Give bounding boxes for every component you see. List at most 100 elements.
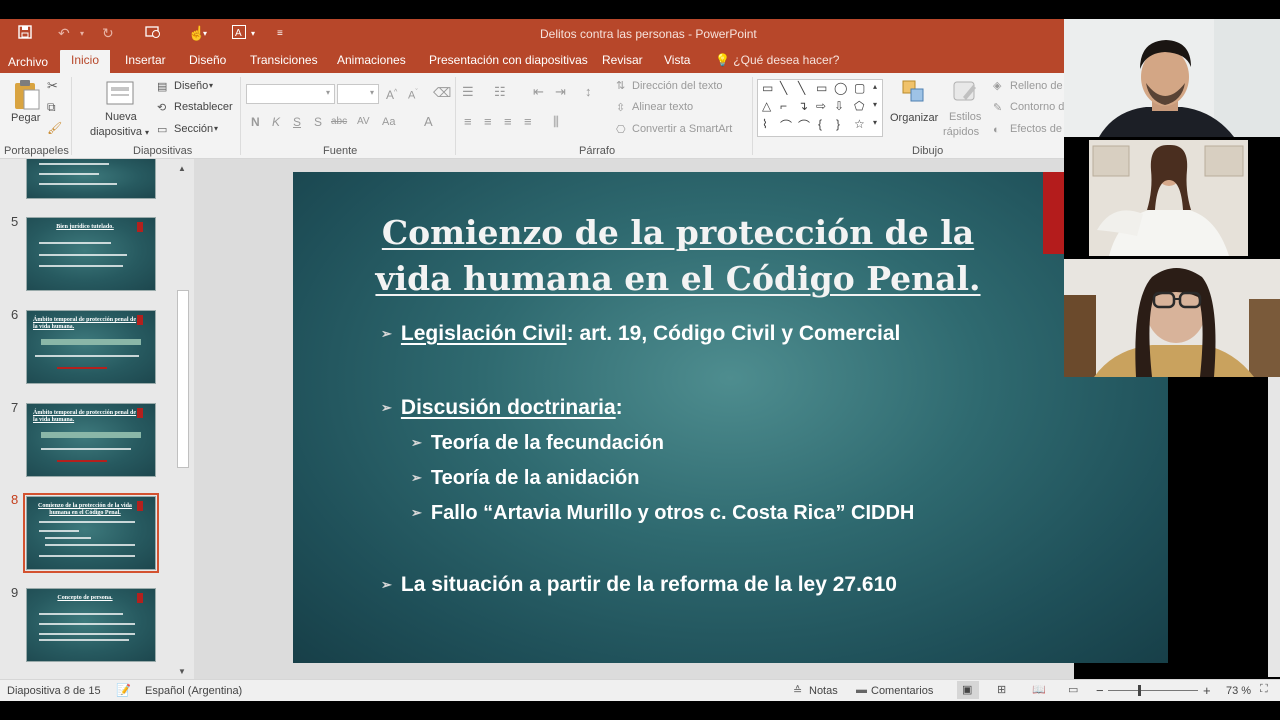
align-text-label[interactable]: Alinear texto (632, 101, 693, 113)
layout-dropdown-icon[interactable]: ▾ (209, 81, 213, 90)
decrease-indent-icon[interactable]: ⇤ (533, 85, 544, 99)
redo-icon[interactable]: ↻ (102, 25, 114, 42)
shape-effects-icon[interactable]: ◐ (993, 123, 1000, 137)
line-spacing-icon[interactable]: ↕ (585, 85, 592, 99)
slide-thumbnail[interactable] (26, 159, 156, 199)
reset-label[interactable]: Restablecer (174, 101, 233, 113)
bullet-reforma-ley[interactable]: ➢ La situación a partir de la reforma de … (381, 573, 897, 597)
new-slide-icon[interactable] (106, 79, 136, 110)
line-shape-icon[interactable]: ╲ (780, 81, 787, 95)
slide-thumbnail[interactable]: Ámbito temporal de protección penal de l… (26, 403, 156, 477)
bullet-discusion-doctrinaria[interactable]: ➢ Discusión doctrinaria: (381, 396, 623, 420)
paste-label[interactable]: Pegar (11, 112, 40, 124)
tab-diseno[interactable]: Diseño (189, 53, 226, 67)
right-arrow-shape-icon[interactable]: ⇨ (816, 99, 826, 113)
new-slide-label-1[interactable]: Nueva (105, 111, 137, 123)
reset-icon[interactable]: ⟲ (157, 101, 166, 115)
comments-icon[interactable]: ▬ (856, 684, 867, 696)
elbow-connector-icon[interactable]: ⌐ (780, 99, 787, 113)
text-box-shape-icon[interactable]: ▭ (762, 81, 773, 95)
undo-icon[interactable]: ↶ (58, 25, 70, 42)
triangle-shape-icon[interactable]: △ (762, 99, 771, 113)
increase-indent-icon[interactable]: ⇥ (555, 85, 566, 99)
undo-dropdown-icon[interactable]: ▾ (80, 29, 84, 38)
smartart-icon[interactable]: ⎔ (616, 123, 626, 137)
bullet-legislacion-civil[interactable]: ➢ Legislación Civil: art. 19, Código Civi… (381, 322, 900, 346)
notes-icon[interactable]: ≙ (793, 684, 802, 697)
copy-icon[interactable]: ⧉ (47, 100, 56, 114)
reading-view-icon[interactable]: 📖 (1032, 683, 1046, 696)
elbow-arrow-icon[interactable]: ↴ (798, 99, 808, 113)
touch-dropdown-icon[interactable]: ▾ (203, 29, 207, 38)
customize-toolbar-icon[interactable]: ≡ (277, 28, 283, 39)
slide-count[interactable]: Diapositiva 8 de 15 (7, 685, 101, 697)
section-dropdown-icon[interactable]: ▾ (214, 124, 218, 133)
font-color-quick-icon[interactable]: A (232, 25, 246, 42)
columns-icon[interactable]: ⫼ (553, 115, 559, 129)
zoom-slider[interactable] (1108, 690, 1198, 691)
tab-transiciones[interactable]: Transiciones (250, 53, 318, 67)
tab-presentacion[interactable]: Presentación con diapositivas (429, 53, 588, 67)
spellcheck-icon[interactable]: 📝 (116, 683, 131, 697)
quick-styles-label-1[interactable]: Estilos (949, 111, 981, 123)
align-left-icon[interactable]: ≡ (464, 115, 472, 129)
new-slide-label-2[interactable]: diapositiva (90, 126, 142, 138)
grow-font-icon[interactable]: A^ (386, 86, 397, 102)
fit-to-window-icon[interactable]: ⛶ (1260, 683, 1268, 696)
zoom-slider-knob[interactable] (1138, 685, 1141, 696)
tab-vista[interactable]: Vista (664, 53, 690, 67)
shape-fill-label[interactable]: Relleno de (1010, 80, 1063, 92)
slide-sorter-icon[interactable]: ⊞ (997, 683, 1006, 696)
slide-title[interactable]: Comienzo de la protección de la vida hum… (333, 210, 1023, 302)
font-color-icon[interactable]: A (424, 115, 433, 129)
bullets-icon[interactable]: ☰ (462, 85, 474, 99)
oval-shape-icon[interactable]: ◯ (834, 81, 847, 95)
char-spacing-button[interactable]: AV (357, 115, 370, 129)
save-icon[interactable] (18, 25, 32, 42)
current-slide[interactable]: Comienzo de la protección de la vida hum… (293, 172, 1168, 663)
gallery-up-icon[interactable]: ▴ (873, 82, 877, 91)
tell-me-box[interactable]: 💡 ¿Qué desea hacer? (715, 53, 839, 67)
notes-button[interactable]: Notas (809, 685, 838, 697)
sub-bullet-artavia-murillo[interactable]: ➢ Fallo “Artavia Murillo y otros c. Costa… (411, 502, 914, 525)
numbering-icon[interactable]: ☷ (494, 85, 506, 99)
justify-icon[interactable]: ≡ (524, 115, 532, 129)
slide-thumbnail[interactable]: Bien jurídico tutelado. (26, 217, 156, 291)
freeform-shape-icon[interactable]: ⬠ (854, 99, 864, 113)
font-name-input[interactable] (246, 84, 335, 104)
slideshow-icon[interactable]: ▭ (1068, 683, 1078, 696)
sub-bullet-fecundacion[interactable]: ➢ Teoría de la fecundación (411, 432, 664, 455)
align-text-icon[interactable]: ⇳ (616, 101, 625, 115)
present-from-start-icon[interactable] (145, 25, 161, 42)
change-case-button[interactable]: Aa (382, 115, 395, 129)
star-shape-icon[interactable]: ☆ (854, 117, 865, 131)
language-status[interactable]: Español (Argentina) (145, 685, 242, 697)
scrollbar-thumb[interactable] (177, 290, 189, 468)
arc-shape-icon[interactable]: ⌒ (780, 117, 792, 134)
clear-formatting-icon[interactable]: ⌫ (433, 86, 451, 100)
shapes-gallery[interactable]: ▭ ╲ ╲ ▭ ◯ ▢ △ ⌐ ↴ ⇨ ⇩ ⬠ ⌇ ⌒ ⌒ { } ☆ ▴ ▾ … (757, 79, 883, 137)
section-icon[interactable]: ▭ (157, 123, 167, 137)
zoom-level[interactable]: 73 % (1226, 685, 1251, 697)
scroll-up-icon[interactable]: ▲ (178, 164, 186, 173)
layout-icon[interactable]: ▤ (157, 80, 167, 94)
curve-shape-icon[interactable]: ⌇ (762, 117, 768, 131)
paste-icon[interactable] (12, 79, 42, 114)
brace-right-shape-icon[interactable]: } (836, 117, 840, 131)
sub-bullet-anidacion[interactable]: ➢ Teoría de la anidación (411, 467, 639, 490)
text-direction-icon[interactable]: ⇅ (616, 79, 625, 93)
shape-outline-label[interactable]: Contorno d (1010, 101, 1064, 113)
shape-effects-label[interactable]: Efectos de (1010, 123, 1062, 135)
comments-button[interactable]: Comentarios (871, 685, 933, 697)
quick-styles-icon[interactable] (953, 79, 979, 108)
zoom-in-button[interactable]: + (1203, 683, 1211, 698)
tab-inicio[interactable]: Inicio (60, 50, 111, 73)
font-quick-dropdown-icon[interactable]: ▾ (251, 29, 255, 38)
rectangle-shape-icon[interactable]: ▭ (816, 81, 827, 95)
shrink-font-icon[interactable]: Aˇ (408, 86, 418, 103)
smartart-label[interactable]: Convertir a SmartArt (632, 123, 732, 135)
arc-shape-icon[interactable]: ⌒ (798, 117, 810, 134)
text-direction-label[interactable]: Dirección del texto (632, 80, 723, 92)
down-arrow-shape-icon[interactable]: ⇩ (834, 99, 844, 113)
quick-styles-label-2[interactable]: rápidos (943, 126, 979, 138)
